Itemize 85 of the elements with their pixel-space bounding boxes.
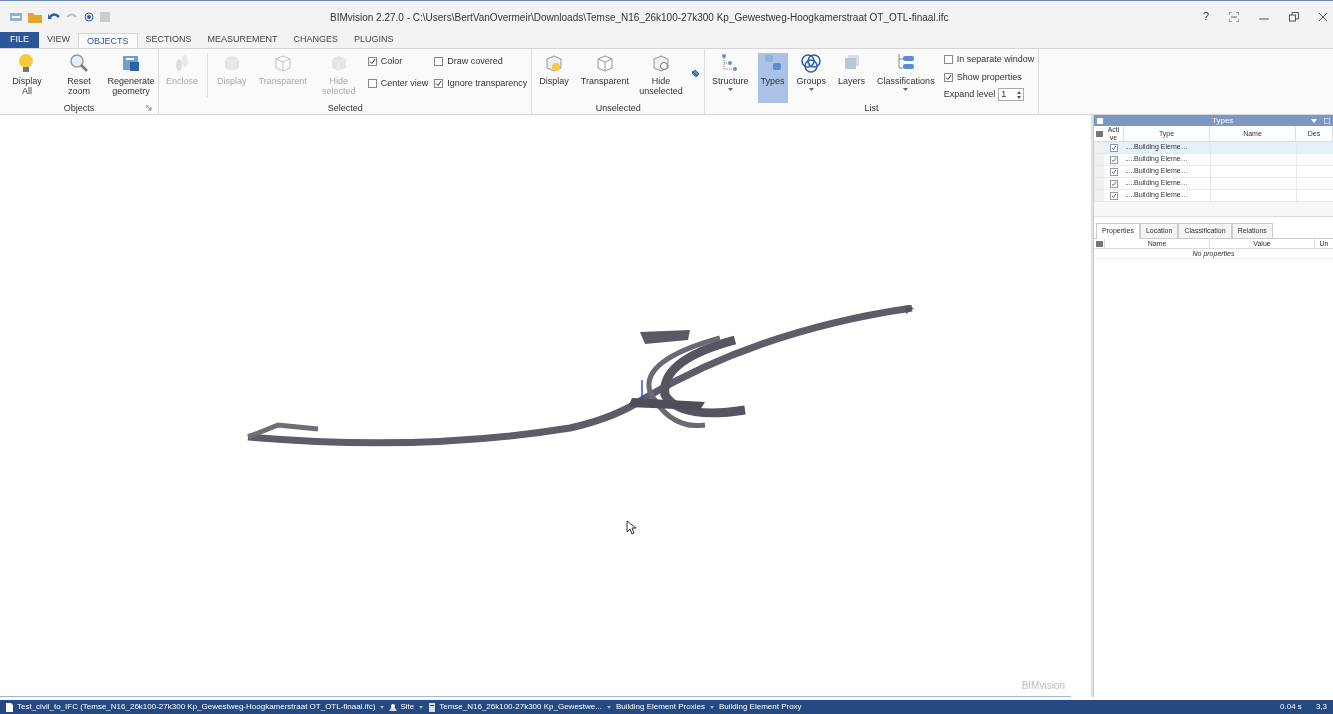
app-icon[interactable] (10, 11, 22, 22)
field-label: Expand level (943, 88, 996, 101)
ribbon-tab[interactable]: CHANGES (285, 32, 347, 48)
panel-title: Types (1212, 115, 1234, 127)
group-label: List (864, 103, 879, 113)
undo-icon[interactable] (48, 11, 60, 22)
regenerate-icon (121, 53, 141, 73)
checkbox[interactable] (434, 78, 444, 88)
window-title: BIMvision 2.27.0 - C:\Users\BertVanOvermeir\Downloads\Temse_N16_26k100-27k300 Kp_Gewestweg-Hoogkamerstraat OT_OTL-finaal.ifc (330, 11, 949, 25)
coordinates-text: 3,3 (1315, 701, 1327, 713)
checkbox[interactable] (1110, 191, 1118, 200)
puzzle-icon (762, 53, 783, 73)
ribbon-button[interactable]: Classifications (874, 53, 938, 103)
ribbon-tab[interactable]: SECTIONS (137, 32, 200, 48)
spin-arrows-icon (1017, 90, 1022, 99)
checkbox[interactable] (1110, 143, 1118, 152)
ribbon-button[interactable]: Display (536, 53, 572, 103)
panel-pin-icon[interactable] (1097, 117, 1103, 124)
breadcrumb-item[interactable]: Test_civil_to_IFC (Temse_N16_26k100-27k300 Kp_Gewestweg-Hoogkamerstraat OT_OTL-finaal.ifc) (6, 701, 376, 713)
ribbon-button[interactable]: Transparent (577, 53, 633, 103)
help-button[interactable]: ? (1202, 8, 1209, 25)
cube-icon (594, 53, 615, 73)
separator-arrow-icon (709, 705, 714, 709)
folder-icon[interactable] (28, 10, 42, 23)
separator-arrow-icon (380, 705, 385, 709)
watermark-logo-text: BIMvision (1021, 679, 1065, 693)
ribbon-button[interactable]: Layers (835, 53, 869, 103)
checkbox-label: Ignore transparency (447, 76, 528, 90)
pin-icon (690, 69, 701, 79)
timing-text: 0.04 s (1280, 701, 1302, 713)
check-icon (368, 58, 376, 66)
circles-icon (801, 53, 822, 73)
column-chooser-icon (1095, 130, 1103, 137)
checkbox[interactable] (943, 55, 953, 65)
ribbon-tab[interactable]: MEASUREMENT (199, 32, 286, 48)
separator-arrow-icon (606, 705, 611, 709)
dialog-launcher-icon (146, 105, 152, 111)
checkbox[interactable] (434, 57, 444, 67)
checkbox-label: Center view (380, 76, 429, 90)
checkbox[interactable] (1110, 155, 1118, 164)
ribbon-tab[interactable]: OBJECTS (78, 33, 138, 49)
breadcrumb-item[interactable]: Building Element Proxies (615, 701, 705, 713)
ribbon-button[interactable]: Hide unselected (638, 53, 685, 103)
close-icon[interactable] (1319, 11, 1327, 22)
breadcrumb-item[interactable]: Building Element Proxy (718, 701, 802, 713)
ribbon-button[interactable]: Regenerate geometry (108, 53, 154, 103)
zoom-icon (69, 53, 89, 73)
checkbox[interactable] (1110, 179, 1118, 188)
group-label: Selected (327, 103, 363, 113)
spin-box[interactable]: 1 (998, 88, 1025, 102)
checkbox-label: Color (380, 55, 403, 68)
ribbon-button[interactable]: Reset zoom (56, 53, 102, 103)
checkbox[interactable] (367, 57, 377, 67)
document-icon (6, 702, 14, 712)
site-icon (389, 702, 398, 712)
checkbox[interactable] (943, 72, 953, 82)
file-menu-button[interactable]: FILE (0, 32, 39, 48)
checkbox[interactable] (367, 78, 377, 88)
ribbon-tab[interactable]: VIEW (39, 32, 79, 48)
ribbon-tab[interactable]: PLUGINS (346, 32, 402, 48)
group-label: Objects (63, 103, 95, 113)
checkbox[interactable] (1110, 167, 1118, 176)
check-icon (435, 79, 443, 87)
ribbon-button[interactable]: Groups (793, 53, 830, 103)
mouse-cursor-icon (626, 520, 636, 535)
group-label: Unselected (595, 103, 641, 113)
restore-icon[interactable] (1289, 11, 1299, 22)
cube-icon (544, 53, 565, 73)
cube-icon (651, 53, 672, 73)
breadcrumb-item[interactable]: Site (389, 701, 415, 713)
checkbox-label: Show properties (956, 70, 1022, 84)
checkbox-label: Draw covered (447, 55, 503, 68)
column-chooser-icon (1095, 240, 1103, 247)
dropdown-icon[interactable] (1311, 118, 1317, 123)
separator-arrow-icon (419, 705, 424, 709)
check-icon (944, 73, 952, 81)
cube-icon (272, 53, 293, 73)
dock-icon[interactable] (1324, 117, 1330, 124)
fullscreen-icon[interactable] (1229, 11, 1239, 22)
breadcrumb-item[interactable]: Temse_N16_26k100-27k300 Kp_Gewestwe... (428, 701, 602, 713)
ribbon-button[interactable]: Structure (709, 53, 752, 103)
ribbon-button[interactable]: Types (757, 53, 788, 103)
checkbox-label: In separate window (956, 53, 1035, 66)
target-icon[interactable] (84, 11, 94, 22)
ribbon-button[interactable]: Display All (4, 53, 50, 103)
